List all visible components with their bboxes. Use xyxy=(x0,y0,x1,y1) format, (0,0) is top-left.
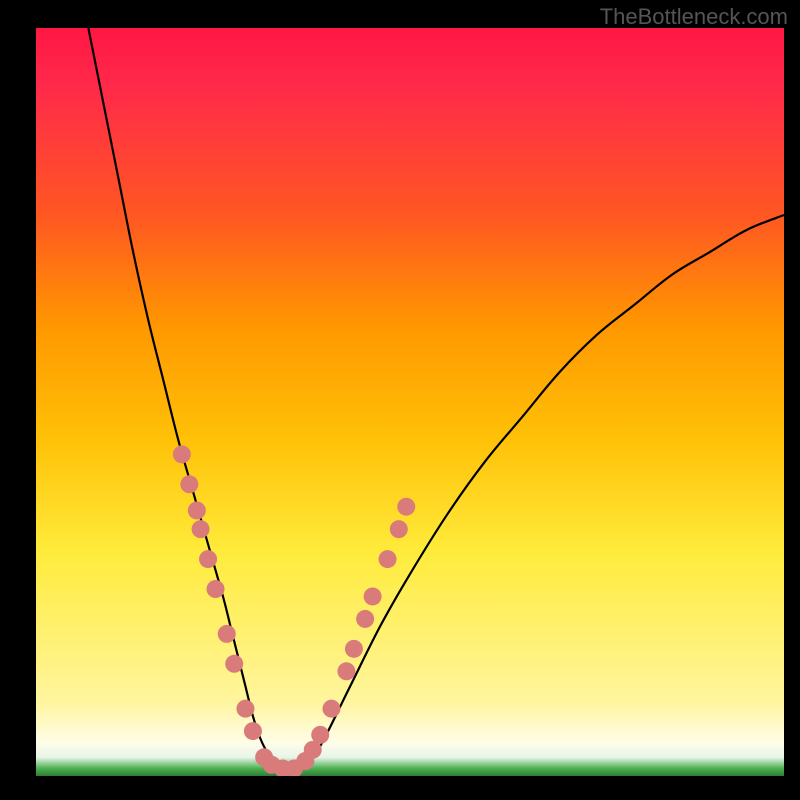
data-dot xyxy=(199,550,217,568)
chart-container: TheBottleneck.com xyxy=(0,0,800,800)
data-dot xyxy=(390,520,408,538)
data-dot xyxy=(180,475,198,493)
data-dot xyxy=(397,498,415,516)
data-dot xyxy=(192,520,210,538)
data-dot xyxy=(364,587,382,605)
data-dot xyxy=(337,662,355,680)
plot-area xyxy=(36,28,784,776)
data-dots xyxy=(36,28,784,776)
data-dot xyxy=(345,640,363,658)
data-dot xyxy=(322,700,340,718)
data-dot xyxy=(244,722,262,740)
data-dot xyxy=(356,610,374,628)
data-dot xyxy=(218,625,236,643)
data-dot xyxy=(173,445,191,463)
data-dot xyxy=(236,700,254,718)
data-dot xyxy=(188,501,206,519)
data-dot xyxy=(225,655,243,673)
watermark-text: TheBottleneck.com xyxy=(600,4,788,30)
data-dot xyxy=(207,580,225,598)
data-dot xyxy=(311,726,329,744)
data-dot xyxy=(379,550,397,568)
